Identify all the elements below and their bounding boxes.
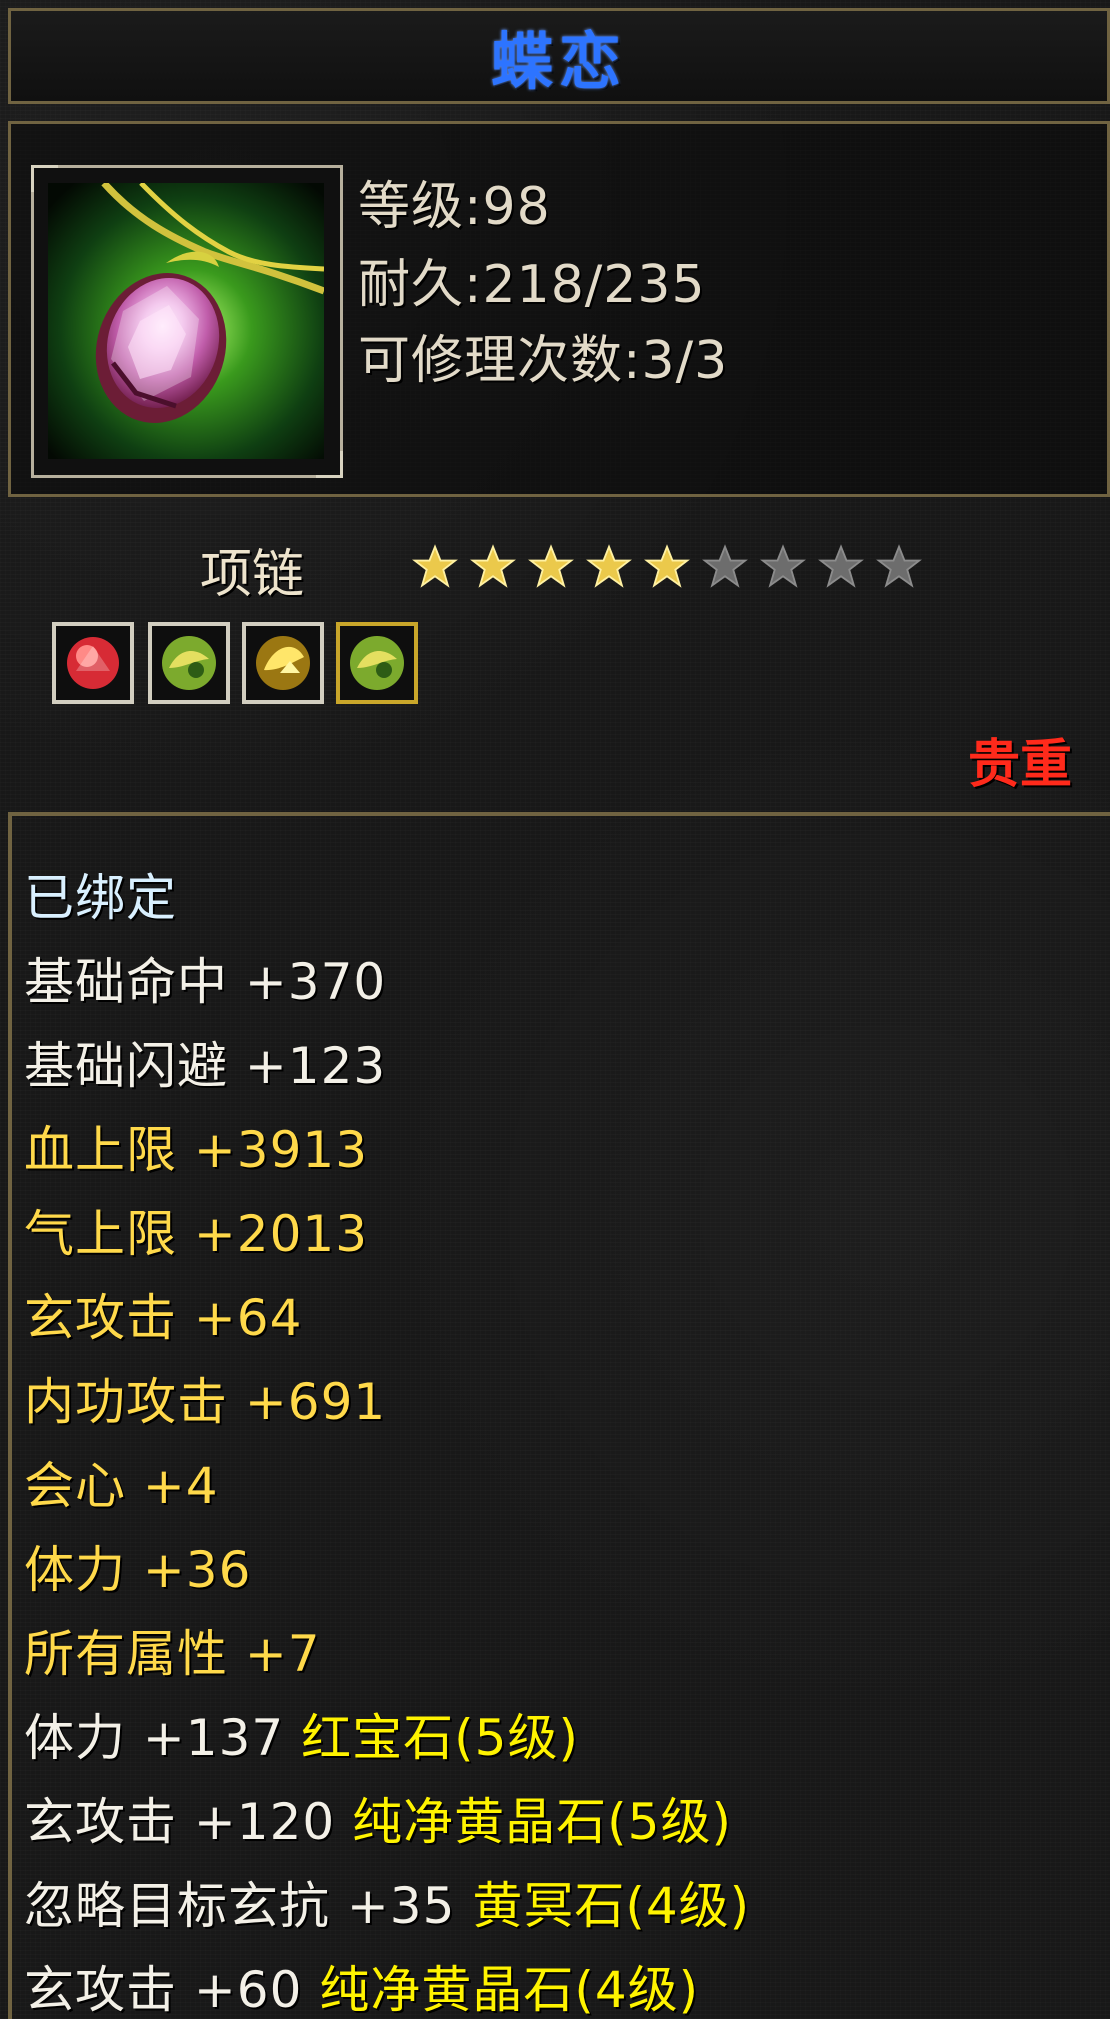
- item-durability: 耐久:218/235: [358, 255, 706, 315]
- pink-necklace-icon: [48, 183, 324, 459]
- qi-limit-stat: 气上限 +2013: [24, 1205, 369, 1263]
- gem-bonus-source: 纯净黄晶石(4级): [319, 1961, 700, 2019]
- red-gem-icon: [52, 622, 134, 704]
- empty-star-icon: [818, 544, 864, 588]
- gem-bonus-source: 纯净黄晶石(5级): [352, 1793, 732, 1851]
- filled-star-icon: [586, 544, 632, 588]
- filled-star-icon: [644, 544, 690, 588]
- rarity-label: 贵重: [967, 735, 1072, 795]
- item-type: 项链: [200, 545, 305, 605]
- base-hit-stat: 基础命中 +370: [24, 953, 387, 1011]
- item-title-bar: 蝶恋: [8, 8, 1110, 104]
- necklace-icon-frame: [31, 165, 343, 478]
- gem-bonus-stat: 玄攻击 +60 纯净黄晶石(4级): [24, 1960, 699, 2019]
- empty-star-icon: [876, 544, 922, 588]
- green-gem-icon: [336, 622, 418, 704]
- item-level: 等级:98: [358, 177, 551, 237]
- yellow-gem-icon: [242, 622, 324, 704]
- bound-status: 已绑定: [24, 869, 177, 927]
- gem-bonus-stat: 忽略目标玄抗 +35 黄冥石(4级): [24, 1876, 750, 1936]
- gem-bonus-value: 忽略目标玄抗 +35: [24, 1877, 456, 1935]
- base-dodge-stat: 基础闪避 +123: [24, 1037, 387, 1095]
- critical-stat: 会心 +4: [24, 1457, 219, 1515]
- gem-bonus-value: 玄攻击 +120: [24, 1793, 336, 1851]
- empty-star-icon: [760, 544, 806, 588]
- stamina-stat: 体力 +36: [24, 1541, 252, 1599]
- hp-limit-stat: 血上限 +3913: [24, 1121, 369, 1179]
- green-gem-icon: [148, 622, 230, 704]
- gem-bonus-stat: 体力 +137 红宝石(5级): [24, 1708, 579, 1768]
- gem-bonus-stat: 玄攻击 +120 纯净黄晶石(5级): [24, 1792, 732, 1852]
- filled-star-icon: [412, 544, 458, 588]
- empty-star-icon: [702, 544, 748, 588]
- gem-bonus-source: 红宝石(5级): [301, 1709, 579, 1767]
- item-type-and-gems: 项链 贵重: [0, 514, 1110, 804]
- repair-count: 可修理次数:3/3: [358, 331, 729, 391]
- gem-bonus-value: 体力 +137: [24, 1709, 285, 1767]
- internal-attack-stat: 内功攻击 +691: [24, 1373, 387, 1431]
- filled-star-icon: [528, 544, 574, 588]
- all-attributes-stat: 所有属性 +7: [24, 1625, 321, 1683]
- filled-star-icon: [470, 544, 516, 588]
- xuan-attack-stat: 玄攻击 +64: [24, 1289, 303, 1347]
- gem-bonus-value: 玄攻击 +60: [24, 1961, 303, 2019]
- item-name: 蝶恋: [490, 25, 627, 98]
- gem-bonus-source: 黄冥石(4级): [472, 1877, 751, 1935]
